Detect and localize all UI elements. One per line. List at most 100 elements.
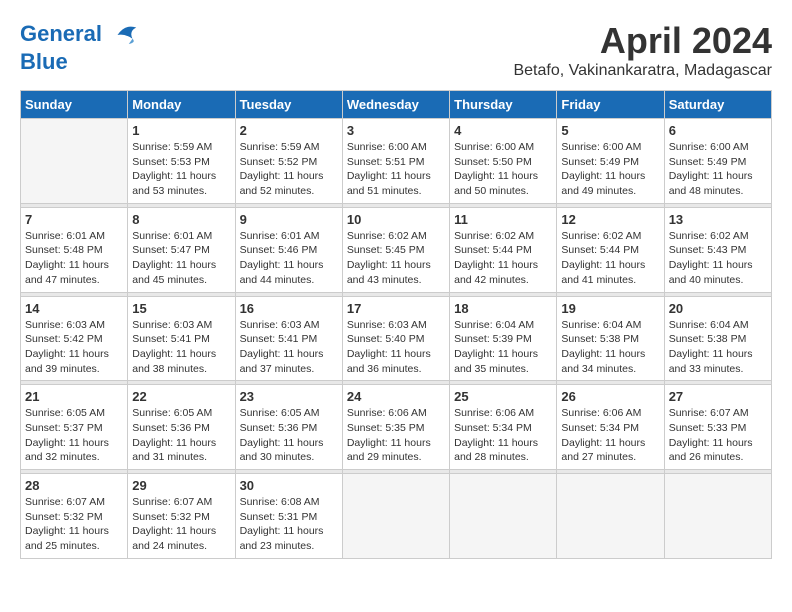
calendar-week-row: 14Sunrise: 6:03 AM Sunset: 5:42 PM Dayli…: [21, 296, 772, 381]
day-number: 8: [132, 212, 230, 227]
calendar-cell: 12 Sunrise: 6:02 AM Sunset: 5:44 PM Dayli…: [557, 207, 664, 292]
calendar-week-row: 1 Sunrise: 5:59 AM Sunset: 5:53 PM Daylig…: [21, 119, 772, 204]
day-number: 9: [240, 212, 338, 227]
calendar-cell: 22 Sunrise: 6:05 AM Sunset: 5:36 PM Dayli…: [128, 385, 235, 470]
calendar-header-thursday: Thursday: [450, 91, 557, 119]
day-info: Sunrise: 6:05 AM Sunset: 5:36 PM Dayligh…: [132, 406, 230, 465]
day-number: 6: [669, 123, 767, 138]
day-number: 10: [347, 212, 445, 227]
day-info: Sunrise: 6:07 AM Sunset: 5:32 PM Dayligh…: [132, 495, 230, 554]
calendar-cell: 3 Sunrise: 6:00 AM Sunset: 5:51 PM Daylig…: [342, 119, 449, 204]
day-number: 18: [454, 301, 552, 316]
day-info: Sunrise: 6:00 AM Sunset: 5:50 PM Dayligh…: [454, 140, 552, 199]
calendar-cell: 2 Sunrise: 5:59 AM Sunset: 5:52 PM Daylig…: [235, 119, 342, 204]
calendar-cell: [450, 474, 557, 559]
calendar-cell: 29Sunrise: 6:07 AM Sunset: 5:32 PM Dayli…: [128, 474, 235, 559]
calendar-week-row: 28 Sunrise: 6:07 AM Sunset: 5:32 PM Dayli…: [21, 474, 772, 559]
calendar-cell: 14Sunrise: 6:03 AM Sunset: 5:42 PM Dayli…: [21, 296, 128, 381]
day-info: Sunrise: 6:04 AM Sunset: 5:39 PM Dayligh…: [454, 318, 552, 377]
title-block: April 2024 Betafo, Vakinankaratra, Madag…: [513, 20, 772, 80]
day-number: 2: [240, 123, 338, 138]
calendar-cell: 24 Sunrise: 6:06 AM Sunset: 5:35 PM Dayli…: [342, 385, 449, 470]
calendar-cell: 17 Sunrise: 6:03 AM Sunset: 5:40 PM Dayli…: [342, 296, 449, 381]
day-info: Sunrise: 6:00 AM Sunset: 5:51 PM Dayligh…: [347, 140, 445, 199]
day-number: 24: [347, 389, 445, 404]
calendar-cell: [664, 474, 771, 559]
calendar-cell: 20 Sunrise: 6:04 AM Sunset: 5:38 PM Dayli…: [664, 296, 771, 381]
day-number: 17: [347, 301, 445, 316]
day-info: Sunrise: 6:00 AM Sunset: 5:49 PM Dayligh…: [561, 140, 659, 199]
day-info: Sunrise: 6:05 AM Sunset: 5:36 PM Dayligh…: [240, 406, 338, 465]
day-info: Sunrise: 6:07 AM Sunset: 5:32 PM Dayligh…: [25, 495, 123, 554]
day-number: 23: [240, 389, 338, 404]
day-info: Sunrise: 6:02 AM Sunset: 5:43 PM Dayligh…: [669, 229, 767, 288]
day-number: 13: [669, 212, 767, 227]
calendar-cell: [342, 474, 449, 559]
day-number: 14: [25, 301, 123, 316]
calendar-cell: 5 Sunrise: 6:00 AM Sunset: 5:49 PM Daylig…: [557, 119, 664, 204]
calendar-cell: [21, 119, 128, 204]
day-number: 28: [25, 478, 123, 493]
calendar-cell: 11 Sunrise: 6:02 AM Sunset: 5:44 PM Dayli…: [450, 207, 557, 292]
calendar-cell: 25 Sunrise: 6:06 AM Sunset: 5:34 PM Dayli…: [450, 385, 557, 470]
day-info: Sunrise: 6:05 AM Sunset: 5:37 PM Dayligh…: [25, 406, 123, 465]
day-info: Sunrise: 6:07 AM Sunset: 5:33 PM Dayligh…: [669, 406, 767, 465]
calendar-week-row: 21Sunrise: 6:05 AM Sunset: 5:37 PM Dayli…: [21, 385, 772, 470]
calendar-cell: 8 Sunrise: 6:01 AM Sunset: 5:47 PM Daylig…: [128, 207, 235, 292]
day-number: 22: [132, 389, 230, 404]
day-number: 20: [669, 301, 767, 316]
day-info: Sunrise: 6:00 AM Sunset: 5:49 PM Dayligh…: [669, 140, 767, 199]
day-info: Sunrise: 6:06 AM Sunset: 5:34 PM Dayligh…: [561, 406, 659, 465]
day-number: 26: [561, 389, 659, 404]
day-number: 19: [561, 301, 659, 316]
day-number: 15: [132, 301, 230, 316]
day-number: 30: [240, 478, 338, 493]
day-info: Sunrise: 6:03 AM Sunset: 5:41 PM Dayligh…: [240, 318, 338, 377]
logo: General Blue: [20, 20, 140, 74]
day-info: Sunrise: 6:02 AM Sunset: 5:44 PM Dayligh…: [454, 229, 552, 288]
day-info: Sunrise: 6:02 AM Sunset: 5:44 PM Dayligh…: [561, 229, 659, 288]
calendar-cell: 10 Sunrise: 6:02 AM Sunset: 5:45 PM Dayli…: [342, 207, 449, 292]
calendar-header-monday: Monday: [128, 91, 235, 119]
calendar-cell: 6 Sunrise: 6:00 AM Sunset: 5:49 PM Daylig…: [664, 119, 771, 204]
day-info: Sunrise: 6:03 AM Sunset: 5:40 PM Dayligh…: [347, 318, 445, 377]
calendar-header-saturday: Saturday: [664, 91, 771, 119]
calendar-cell: 16Sunrise: 6:03 AM Sunset: 5:41 PM Dayli…: [235, 296, 342, 381]
calendar-cell: 9Sunrise: 6:01 AM Sunset: 5:46 PM Daylig…: [235, 207, 342, 292]
day-number: 5: [561, 123, 659, 138]
day-number: 3: [347, 123, 445, 138]
day-info: Sunrise: 5:59 AM Sunset: 5:53 PM Dayligh…: [132, 140, 230, 199]
day-info: Sunrise: 5:59 AM Sunset: 5:52 PM Dayligh…: [240, 140, 338, 199]
day-number: 12: [561, 212, 659, 227]
day-number: 4: [454, 123, 552, 138]
day-number: 7: [25, 212, 123, 227]
day-number: 25: [454, 389, 552, 404]
logo-text: General Blue: [20, 20, 140, 74]
calendar-cell: 19Sunrise: 6:04 AM Sunset: 5:38 PM Dayli…: [557, 296, 664, 381]
calendar-cell: [557, 474, 664, 559]
logo-blue: Blue: [20, 49, 68, 74]
day-info: Sunrise: 6:04 AM Sunset: 5:38 PM Dayligh…: [669, 318, 767, 377]
day-info: Sunrise: 6:02 AM Sunset: 5:45 PM Dayligh…: [347, 229, 445, 288]
calendar-cell: 30Sunrise: 6:08 AM Sunset: 5:31 PM Dayli…: [235, 474, 342, 559]
day-info: Sunrise: 6:01 AM Sunset: 5:47 PM Dayligh…: [132, 229, 230, 288]
calendar-cell: 7 Sunrise: 6:01 AM Sunset: 5:48 PM Daylig…: [21, 207, 128, 292]
calendar-header-wednesday: Wednesday: [342, 91, 449, 119]
calendar-header-tuesday: Tuesday: [235, 91, 342, 119]
calendar-header-friday: Friday: [557, 91, 664, 119]
calendar-cell: 26 Sunrise: 6:06 AM Sunset: 5:34 PM Dayli…: [557, 385, 664, 470]
day-info: Sunrise: 6:06 AM Sunset: 5:34 PM Dayligh…: [454, 406, 552, 465]
day-number: 11: [454, 212, 552, 227]
calendar-cell: 27Sunrise: 6:07 AM Sunset: 5:33 PM Dayli…: [664, 385, 771, 470]
day-info: Sunrise: 6:03 AM Sunset: 5:41 PM Dayligh…: [132, 318, 230, 377]
calendar-cell: 23 Sunrise: 6:05 AM Sunset: 5:36 PM Dayli…: [235, 385, 342, 470]
page-title: April 2024: [513, 20, 772, 62]
day-info: Sunrise: 6:01 AM Sunset: 5:48 PM Dayligh…: [25, 229, 123, 288]
page-subtitle: Betafo, Vakinankaratra, Madagascar: [513, 62, 772, 80]
calendar-cell: 13 Sunrise: 6:02 AM Sunset: 5:43 PM Dayli…: [664, 207, 771, 292]
calendar-week-row: 7 Sunrise: 6:01 AM Sunset: 5:48 PM Daylig…: [21, 207, 772, 292]
calendar-cell: 4 Sunrise: 6:00 AM Sunset: 5:50 PM Daylig…: [450, 119, 557, 204]
calendar-header-row: SundayMondayTuesdayWednesdayThursdayFrid…: [21, 91, 772, 119]
day-number: 1: [132, 123, 230, 138]
day-info: Sunrise: 6:06 AM Sunset: 5:35 PM Dayligh…: [347, 406, 445, 465]
